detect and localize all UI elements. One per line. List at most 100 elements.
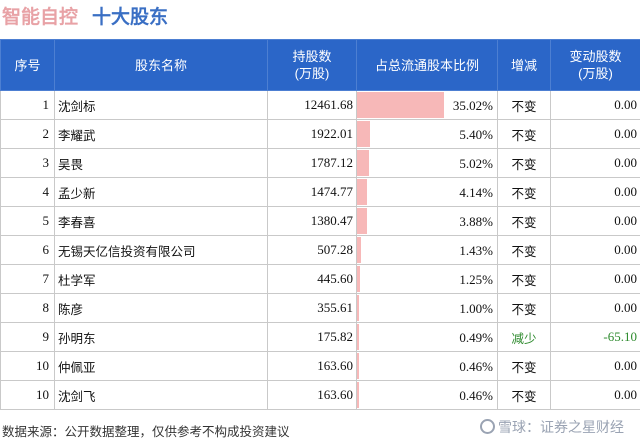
rank-cell: 2 (0, 119, 55, 149)
holder-name-cell: 仲佩亚 (54, 351, 268, 381)
ratio-cell: 0.46% (356, 351, 498, 381)
delta-cell: -65.10 (550, 322, 640, 352)
data-source-note: 数据来源：公开数据整理，仅供参考不构成投资建议 (2, 424, 290, 439)
rank-cell: 4 (0, 177, 55, 207)
col-delta-header: 变动股数 (万股) (550, 39, 640, 91)
shareholders-table: 序号 股东名称 持股数 (万股) 占总流通股本比例 增减 变动股数 (万股) 1 沈剑标 1246… (0, 39, 640, 410)
table-header: 序号 股东名称 持股数 (万股) 占总流通股本比例 增减 变动股数 (万股) (0, 39, 640, 91)
col-ratio-header: 占总流通股本比例 (356, 39, 498, 91)
holder-name-cell: 李春喜 (54, 206, 268, 236)
delta-cell: 0.00 (550, 351, 640, 381)
ratio-label: 1.43% (459, 243, 493, 258)
rank-cell: 1 (0, 90, 55, 120)
delta-cell: 0.00 (550, 264, 640, 294)
rank-cell: 10 (0, 351, 55, 381)
shares-cell: 1380.47 (267, 206, 357, 236)
holder-name-cell: 吴畏 (54, 148, 268, 178)
ratio-cell: 1.43% (356, 235, 498, 265)
shares-cell: 163.60 (267, 380, 357, 410)
change-cell: 不变 (497, 380, 551, 410)
table-row: 4 孟少新 1474.77 4.14% 不变 0.00 (0, 177, 640, 207)
ratio-bar (357, 237, 361, 263)
ratio-bar (357, 382, 359, 408)
ratio-cell: 5.02% (356, 148, 498, 178)
table-row: 10 沈剑飞 163.60 0.46% 不变 0.00 (0, 380, 640, 410)
change-cell: 不变 (497, 264, 551, 294)
col-shares-header: 持股数 (万股) (267, 39, 357, 91)
ratio-bar (357, 121, 371, 147)
delta-cell: 0.00 (550, 293, 640, 323)
table-row: 10 仲佩亚 163.60 0.46% 不变 0.00 (0, 351, 640, 381)
delta-cell: 0.00 (550, 148, 640, 178)
holder-name-cell: 无锡天亿信投资有限公司 (54, 235, 268, 265)
holder-name-cell: 沈剑飞 (54, 380, 268, 410)
table-row: 9 孙明东 175.82 0.49% 减少 -65.10 (0, 322, 640, 352)
ratio-label: 5.40% (459, 127, 493, 142)
rank-cell: 6 (0, 235, 55, 265)
table-body: 1 沈剑标 12461.68 35.02% 不变 0.00 2 李耀武 1922.01 5.40%… (0, 90, 640, 410)
col-name-header: 股东名称 (54, 39, 268, 91)
change-cell: 不变 (497, 293, 551, 323)
ratio-label: 0.46% (459, 388, 493, 403)
shares-cell: 12461.68 (267, 90, 357, 120)
shares-cell: 163.60 (267, 351, 357, 381)
ratio-cell: 1.00% (356, 293, 498, 323)
table-row: 8 陈彦 355.61 1.00% 不变 0.00 (0, 293, 640, 323)
rank-cell: 8 (0, 293, 55, 323)
ratio-label: 4.14% (459, 185, 493, 200)
company-name: 智能自控 (2, 7, 79, 28)
holder-name-cell: 李耀武 (54, 119, 268, 149)
ratio-bar (357, 266, 361, 292)
change-cell: 不变 (497, 235, 551, 265)
ratio-cell: 35.02% (356, 90, 498, 120)
ratio-bar (357, 353, 359, 379)
ratio-bar (357, 92, 444, 118)
ratio-bar (357, 295, 360, 321)
change-cell: 不变 (497, 90, 551, 120)
delta-cell: 0.00 (550, 206, 640, 236)
change-cell: 不变 (497, 206, 551, 236)
rank-cell: 5 (0, 206, 55, 236)
shares-cell: 445.60 (267, 264, 357, 294)
rank-cell: 3 (0, 148, 55, 178)
holder-name-cell: 孟少新 (54, 177, 268, 207)
ratio-bar (357, 179, 368, 205)
delta-cell: 0.00 (550, 380, 640, 410)
watermark: 雪球：证券之星财经 (480, 417, 624, 437)
shares-cell: 1922.01 (267, 119, 357, 149)
rank-cell: 9 (0, 322, 55, 352)
ratio-bar (357, 208, 367, 234)
delta-cell: 0.00 (550, 90, 640, 120)
holder-name-cell: 杜学军 (54, 264, 268, 294)
change-cell: 不变 (497, 177, 551, 207)
change-cell: 不变 (497, 119, 551, 149)
ratio-label: 35.02% (452, 98, 493, 113)
title-bar: 智能自控 十大股东 (0, 0, 640, 32)
table-row: 2 李耀武 1922.01 5.40% 不变 0.00 (0, 119, 640, 149)
ratio-bar (357, 324, 359, 350)
table-row: 7 杜学军 445.60 1.25% 不变 0.00 (0, 264, 640, 294)
holder-name-cell: 孙明东 (54, 322, 268, 352)
ratio-cell: 4.14% (356, 177, 498, 207)
ratio-cell: 0.46% (356, 380, 498, 410)
ratio-label: 0.46% (459, 359, 493, 374)
ratio-cell: 5.40% (356, 119, 498, 149)
ratio-label: 0.49% (459, 330, 493, 345)
table-row: 6 无锡天亿信投资有限公司 507.28 1.43% 不变 0.00 (0, 235, 640, 265)
delta-cell: 0.00 (550, 235, 640, 265)
change-cell: 不变 (497, 351, 551, 381)
change-cell: 减少 (497, 322, 551, 352)
shares-cell: 1787.12 (267, 148, 357, 178)
rank-cell: 7 (0, 264, 55, 294)
change-cell: 不变 (497, 148, 551, 178)
ratio-label: 3.88% (459, 214, 493, 229)
page-title: 十大股东 (92, 7, 169, 28)
rank-cell: 10 (0, 380, 55, 410)
col-rank-header: 序号 (0, 39, 55, 91)
shares-cell: 1474.77 (267, 177, 357, 207)
shares-cell: 507.28 (267, 235, 357, 265)
snowball-logo-icon (480, 419, 495, 434)
shares-cell: 355.61 (267, 293, 357, 323)
ratio-label: 1.25% (459, 272, 493, 287)
holder-name-cell: 陈彦 (54, 293, 268, 323)
